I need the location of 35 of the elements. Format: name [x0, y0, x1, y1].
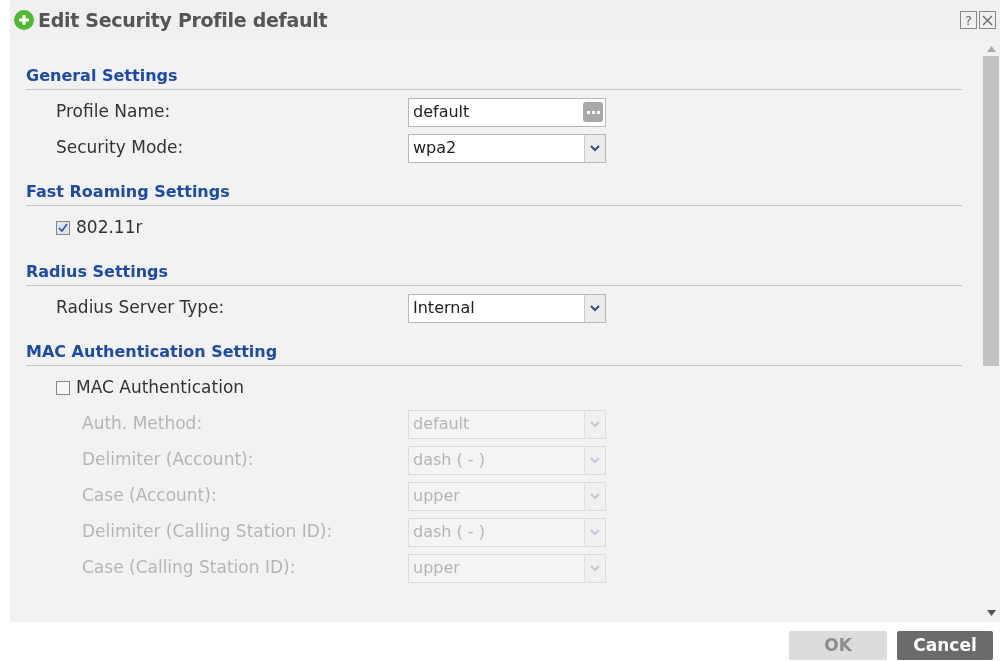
- chevron-down-icon: [584, 294, 605, 322]
- checkbox[interactable]: [56, 381, 70, 395]
- field-label: Radius Server Type:: [56, 296, 226, 320]
- field-label: Delimiter (Calling Station ID):: [82, 520, 334, 544]
- close-button[interactable]: [979, 11, 996, 29]
- section-heading: Fast Roaming Settings: [26, 182, 230, 201]
- field-label: Case (Calling Station ID):: [82, 556, 297, 580]
- chevron-down-icon: [584, 446, 605, 474]
- checkbox-label: MAC Authentication: [76, 376, 245, 400]
- dropdown[interactable]: Internal: [408, 293, 606, 323]
- chevron-down-icon: [584, 518, 605, 546]
- dropdown[interactable]: wpa2: [408, 133, 606, 163]
- check-icon: [58, 223, 68, 233]
- chevron-down-icon: [584, 134, 605, 162]
- chevron-down-icon: [584, 554, 605, 582]
- help-button[interactable]: ?: [960, 11, 977, 29]
- more-icon[interactable]: [583, 102, 603, 122]
- cancel-button[interactable]: Cancel: [897, 631, 993, 660]
- chevron-down-icon: [584, 482, 605, 510]
- field-label: Case (Account):: [82, 484, 218, 508]
- field-label: Security Mode:: [56, 136, 185, 160]
- checkbox-label: 802.11r: [76, 216, 143, 240]
- section-heading: Radius Settings: [26, 262, 169, 281]
- scroll-down-icon[interactable]: [986, 610, 996, 616]
- checkbox[interactable]: [56, 221, 70, 235]
- field-label: Profile Name:: [56, 100, 172, 124]
- text-field[interactable]: default: [408, 97, 606, 127]
- scroll-up-icon[interactable]: [986, 46, 996, 52]
- field-label: Auth. Method:: [82, 412, 204, 436]
- chevron-down-icon: [584, 410, 605, 438]
- add-icon: [14, 10, 34, 30]
- section-heading: MAC Authentication Setting: [26, 342, 278, 361]
- field-label: Delimiter (Account):: [82, 448, 255, 472]
- section-heading: General Settings: [26, 66, 178, 85]
- window-title: Edit Security Profile default: [38, 7, 328, 33]
